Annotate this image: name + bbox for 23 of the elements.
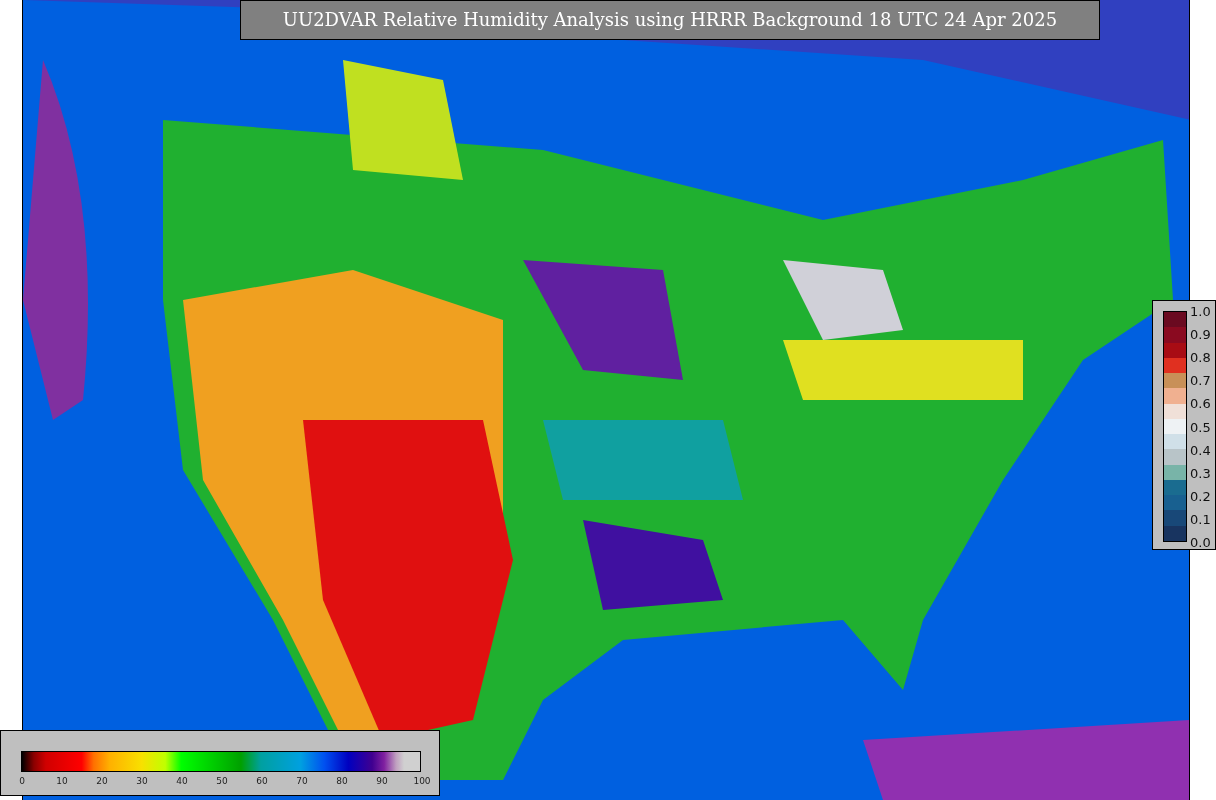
tick-label: 30 (136, 775, 148, 788)
tick-label: 40 (176, 775, 188, 788)
tick-label: 0 (19, 775, 25, 788)
tick-label: 20 (96, 775, 108, 788)
tick-label: 70 (296, 775, 308, 788)
tick-label: 60 (256, 775, 268, 788)
tick-label: 0.6 (1190, 395, 1211, 414)
tick-label: 0.7 (1190, 372, 1211, 391)
tick-label: 90 (376, 775, 388, 788)
tick-label: 0.0 (1190, 534, 1211, 553)
tick-label: 100 (413, 775, 431, 788)
tick-label: 0.4 (1190, 441, 1211, 460)
tick-label: 0.8 (1190, 349, 1211, 368)
tick-label: 80 (336, 775, 348, 788)
tick-label: 10 (56, 775, 68, 788)
tick-label: 1.0 (1190, 303, 1211, 322)
map-title: UU2DVAR Relative Humidity Analysis using HRRR Background 18 UTC 24 Apr 2025 (240, 0, 1100, 40)
tick-label: 0.3 (1190, 464, 1211, 483)
tick-label: 0.2 (1190, 488, 1211, 507)
tick-label: 0.9 (1190, 326, 1211, 345)
tick-label: 0.1 (1190, 511, 1211, 530)
tick-label: 0.5 (1190, 418, 1211, 437)
tick-label: 50 (216, 775, 228, 788)
